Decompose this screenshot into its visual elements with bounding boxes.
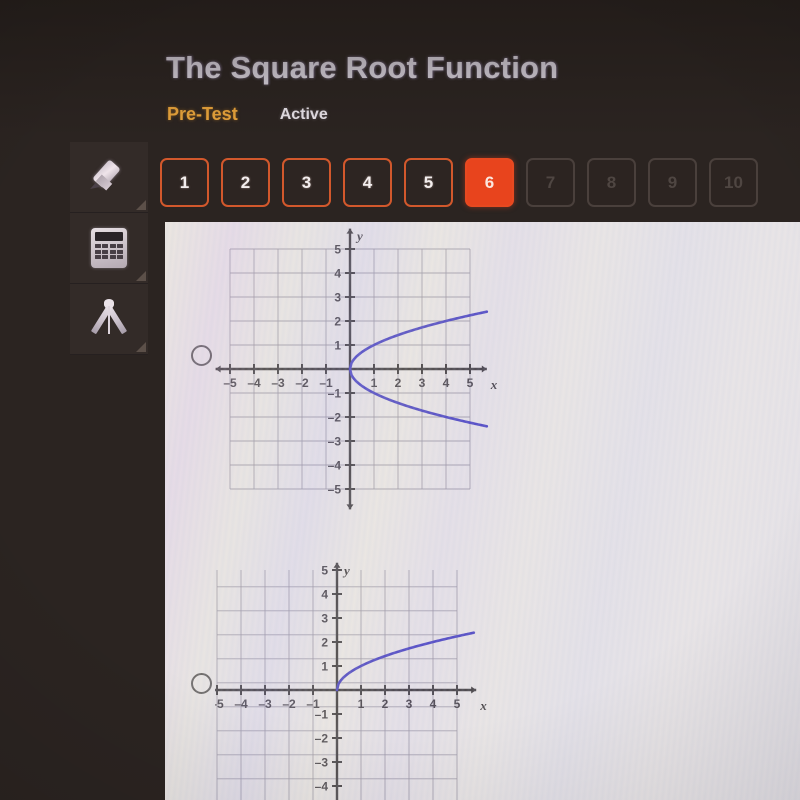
question-button-label: 9 (667, 172, 678, 192)
svg-text:–3: –3 (328, 435, 342, 449)
svg-text:4: 4 (321, 588, 328, 602)
graph-option-b-svg: –5–4–3–2–112345–4–3–2–112345xy (215, 562, 487, 800)
question-button-label: 5 (423, 172, 434, 192)
svg-text:3: 3 (334, 291, 341, 305)
svg-text:4: 4 (334, 267, 341, 281)
question-button-1[interactable]: 1 (160, 158, 209, 207)
graph-option-a-svg: –5 –4 –3 –2 –1 1 2 3 4 5–5–4–3–2–112345xy (215, 228, 498, 510)
svg-text:5: 5 (454, 697, 461, 711)
svg-text:–4: –4 (234, 697, 248, 711)
question-button-9: 9 (648, 158, 697, 207)
status-badge: Active (279, 105, 328, 123)
question-button-label: 4 (362, 172, 373, 192)
svg-text:1: 1 (358, 697, 365, 711)
svg-text:y: y (342, 563, 350, 578)
question-button-label: 6 (484, 172, 495, 192)
svg-text:2: 2 (334, 315, 341, 329)
svg-text:–4: –4 (328, 459, 342, 473)
highlighter-tool[interactable] (70, 142, 148, 213)
svg-text:–3: –3 (271, 376, 285, 390)
svg-text:–2: –2 (282, 697, 296, 711)
svg-text:4: 4 (443, 376, 450, 390)
svg-text:1: 1 (334, 339, 341, 353)
highlighter-icon (85, 153, 133, 201)
answer-panel: –5–4–3–2–112345–5–4–3–2–112345xy –5–4–3–… (165, 222, 800, 800)
svg-text:3: 3 (406, 697, 413, 711)
svg-text:1: 1 (321, 660, 328, 674)
question-button-7: 7 (526, 158, 575, 207)
svg-text:2: 2 (382, 697, 389, 711)
radio-option-b[interactable] (191, 673, 212, 694)
svg-text:5: 5 (321, 564, 328, 578)
question-button-label: 2 (240, 172, 251, 192)
svg-text:–5: –5 (223, 376, 237, 390)
svg-text:–1: –1 (328, 387, 342, 401)
question-button-2[interactable]: 2 (221, 158, 270, 207)
svg-text:2: 2 (321, 636, 328, 650)
svg-text:2: 2 (395, 376, 402, 390)
question-button-label: 8 (606, 172, 617, 192)
question-button-label: 10 (724, 172, 743, 192)
graph-option-b: –5–4–3–2–112345–4–3–2–112345xy (215, 540, 535, 800)
question-button-label: 1 (179, 172, 190, 192)
svg-text:1: 1 (371, 376, 378, 390)
page-title: The Square Root Function (166, 50, 559, 85)
question-button-4[interactable]: 4 (343, 158, 392, 207)
svg-text:5: 5 (334, 243, 341, 257)
radio-option-a[interactable] (191, 345, 212, 366)
svg-text:–4: –4 (247, 376, 261, 390)
compass-icon (83, 299, 135, 338)
question-button-3[interactable]: 3 (282, 158, 331, 207)
test-status-row: Pre-Test Active (167, 104, 328, 125)
tool-rail (70, 142, 148, 355)
svg-text:x: x (479, 698, 487, 713)
question-button-5[interactable]: 5 (404, 158, 453, 207)
question-button-label: 3 (301, 172, 312, 192)
svg-text:–5: –5 (328, 483, 342, 497)
exam-screen: The Square Root Function Pre-Test Active… (0, 0, 800, 800)
svg-text:–2: –2 (295, 376, 309, 390)
question-button-label: 7 (545, 172, 556, 192)
compass-tool[interactable] (70, 284, 148, 355)
question-button-6[interactable]: 6 (465, 158, 514, 207)
svg-text:3: 3 (321, 612, 328, 626)
question-nav: 1 2 3 4 5 6 7 8 9 10 (160, 158, 758, 207)
question-button-10: 10 (709, 158, 758, 207)
svg-text:–4: –4 (315, 780, 329, 794)
svg-text:–3: –3 (315, 756, 329, 770)
calculator-icon (91, 228, 127, 268)
svg-text:–2: –2 (328, 411, 342, 425)
svg-text:3: 3 (419, 376, 426, 390)
svg-text:5: 5 (467, 376, 474, 390)
test-type-label: Pre-Test (167, 104, 238, 124)
svg-text:4: 4 (430, 697, 437, 711)
svg-text:–2: –2 (315, 732, 329, 746)
svg-text:–5: –5 (215, 697, 224, 711)
calculator-tool[interactable] (70, 213, 148, 284)
svg-text:y: y (355, 229, 363, 244)
svg-text:x: x (490, 377, 498, 392)
svg-text:–1: –1 (315, 708, 329, 722)
graph-option-a: –5 –4 –3 –2 –1 1 2 3 4 5 –5 –4 –3 –2 –1 1 2 3 4 5 x y (215, 222, 535, 512)
question-button-8: 8 (587, 158, 636, 207)
svg-text:–3: –3 (258, 697, 272, 711)
